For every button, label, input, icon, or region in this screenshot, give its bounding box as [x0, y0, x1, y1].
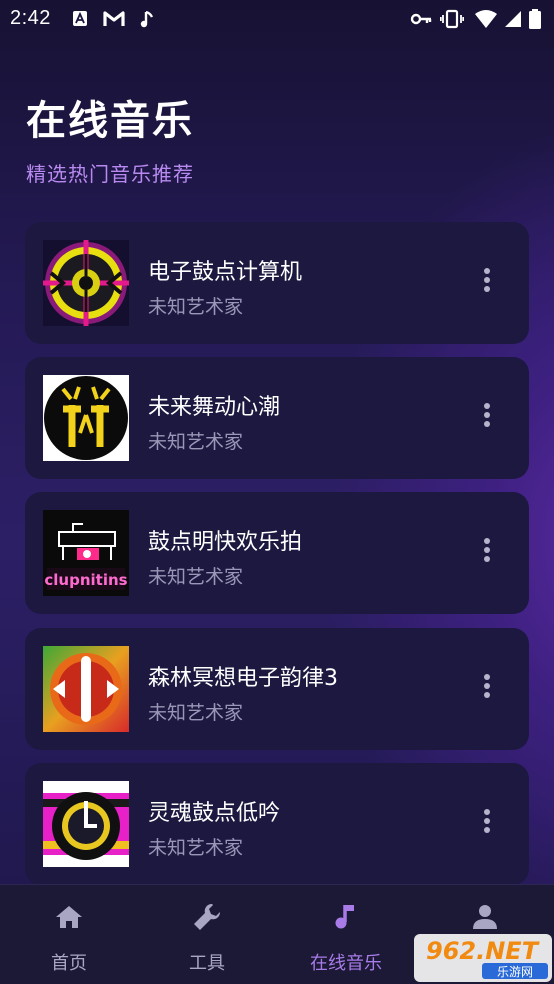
album-cover: clupnitins — [43, 510, 129, 596]
nav-label: 工具 — [189, 953, 225, 974]
person-icon — [473, 905, 497, 929]
wrench-icon — [194, 903, 221, 930]
signal-icon — [505, 11, 521, 27]
nav-tools[interactable]: 工具 — [138, 885, 276, 984]
nav-online-music[interactable]: 在线音乐 — [277, 885, 415, 984]
gmail-icon — [103, 11, 125, 26]
album-cover — [43, 646, 129, 732]
album-cover — [43, 781, 129, 867]
vpn-key-icon — [410, 13, 432, 25]
song-card[interactable]: 电子鼓点计算机 未知艺术家 — [25, 222, 529, 344]
wifi-icon — [475, 10, 497, 28]
status-time: 2:42 — [10, 7, 51, 29]
app-a-icon — [73, 11, 87, 26]
song-card[interactable]: 灵魂鼓点低吟 未知艺术家 — [25, 763, 529, 885]
song-artist: 未知艺术家 — [148, 566, 244, 588]
song-title: 鼓点明快欢乐拍 — [148, 530, 303, 555]
song-artist: 未知艺术家 — [148, 296, 244, 318]
song-card[interactable]: 森林冥想电子韵律3 未知艺术家 — [25, 628, 529, 750]
home-icon — [56, 906, 82, 928]
song-title: 电子鼓点计算机 — [148, 260, 303, 285]
song-artist: 未知艺术家 — [148, 431, 244, 453]
more-options-icon[interactable] — [481, 809, 493, 839]
cover-text: clupnitins — [44, 571, 127, 589]
album-cover — [43, 375, 129, 461]
svg-text:962.NET: 962.NET — [426, 937, 540, 965]
page-subtitle: 精选热门音乐推荐 — [26, 162, 194, 186]
song-title: 森林冥想电子韵律3 — [148, 666, 338, 691]
nav-label: 首页 — [51, 953, 87, 974]
battery-icon — [529, 9, 541, 29]
more-options-icon[interactable] — [481, 538, 493, 568]
song-artist: 未知艺术家 — [148, 837, 244, 859]
song-artist: 未知艺术家 — [148, 702, 244, 724]
song-card[interactable]: 未来舞动心潮 未知艺术家 — [25, 357, 529, 479]
app-screen: 2:42 在线音乐 精选热门音乐推荐 电子鼓点计算机 未知艺术家 未来舞动心潮 … — [0, 0, 554, 984]
status-bar: 2:42 — [0, 0, 554, 38]
music-notification-icon — [140, 10, 154, 28]
svg-text:乐游网: 乐游网 — [497, 965, 533, 979]
more-options-icon[interactable] — [481, 674, 493, 704]
music-note-icon — [335, 905, 354, 929]
song-title: 未来舞动心潮 — [148, 395, 281, 420]
vibrate-icon — [440, 9, 464, 29]
album-cover — [43, 240, 129, 326]
watermark-logo: 962.NET 乐游网 — [414, 934, 552, 982]
nav-home[interactable]: 首页 — [0, 885, 138, 984]
page-title: 在线音乐 — [26, 98, 194, 144]
nav-label: 在线音乐 — [310, 953, 382, 974]
more-options-icon[interactable] — [481, 268, 493, 298]
song-card[interactable]: clupnitins 鼓点明快欢乐拍 未知艺术家 — [25, 492, 529, 614]
more-options-icon[interactable] — [481, 403, 493, 433]
song-title: 灵魂鼓点低吟 — [148, 801, 281, 826]
